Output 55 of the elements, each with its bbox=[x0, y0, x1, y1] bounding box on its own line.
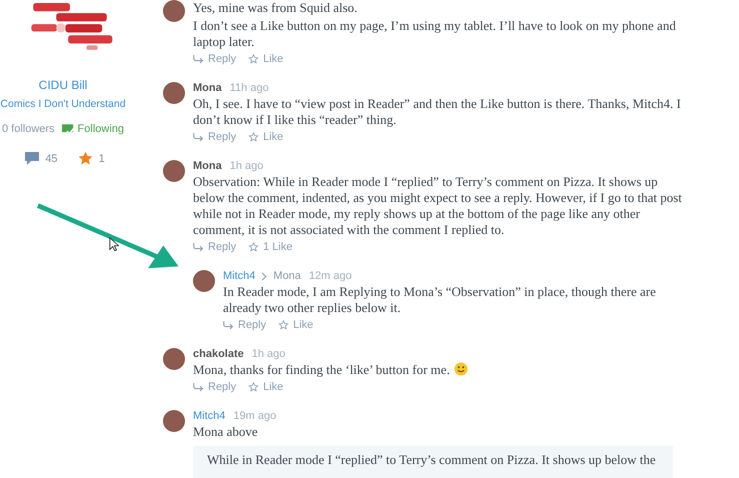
reply-link[interactable]: Reply bbox=[193, 240, 236, 254]
comments-count: 45 bbox=[45, 152, 58, 164]
reply-to-name[interactable]: Mona bbox=[273, 270, 301, 282]
comment-icon bbox=[25, 152, 40, 165]
like-link[interactable]: Like bbox=[248, 52, 284, 66]
avatar bbox=[163, 410, 185, 432]
comment-text: Observation: While in Reader mode I “replied” to Terry’s comment on Pizza. It shows up below the comment, indented, as you might expect to see a reply. However, if I go to that post while not in Reader mode, my reply shows up at the bottom of the page like any other comment, it is not associated with the comment I replied to. bbox=[193, 174, 683, 238]
comment-text: Oh, I see. I have to “view post in Reader” and then the Like button is there. Thanks, Mitch4. I don’t know if I like this “reader” thing. bbox=[193, 96, 682, 128]
comment-text: Mona, thanks for finding the ‘like’ button for me. bbox=[193, 362, 683, 378]
comment-time[interactable]: 19m ago bbox=[233, 410, 276, 422]
star-icon bbox=[278, 320, 290, 330]
reply-icon bbox=[193, 242, 204, 252]
reply-link[interactable]: Reply bbox=[223, 318, 266, 332]
followers-count: 0 followers bbox=[2, 123, 55, 135]
reply-link[interactable]: Reply bbox=[193, 52, 236, 66]
star-icon bbox=[78, 151, 93, 166]
comment-time[interactable]: 1h ago bbox=[230, 160, 264, 172]
mouse-cursor-icon bbox=[109, 237, 119, 252]
comment-text: Yes, mine was from Squid also. bbox=[193, 0, 358, 16]
author-name[interactable]: Mitch4 bbox=[223, 270, 256, 282]
star-icon bbox=[248, 382, 260, 392]
profile-name[interactable]: CIDU Bill bbox=[38, 78, 88, 92]
author-name[interactable]: Mona bbox=[193, 82, 222, 94]
chevron-icon bbox=[261, 272, 268, 280]
reply-link[interactable]: Reply bbox=[193, 130, 236, 144]
likes-count: 1 bbox=[98, 152, 105, 164]
avatar bbox=[193, 270, 215, 292]
quote-text: While in Reader mode I “replied” to Terry’s comment on Pizza. It shows up below the bbox=[207, 452, 656, 467]
like-link[interactable]: Like bbox=[248, 380, 284, 394]
comment-time[interactable]: 1h ago bbox=[252, 348, 286, 360]
blog-title[interactable]: Comics I Don't Understand bbox=[0, 98, 126, 110]
author-name[interactable]: chakolate bbox=[193, 348, 244, 360]
avatar bbox=[163, 160, 185, 182]
like-link[interactable]: 1 Like bbox=[248, 240, 292, 254]
avatar bbox=[163, 348, 185, 370]
author-name[interactable]: Mona bbox=[193, 160, 222, 172]
author-name[interactable]: Mitch4 bbox=[193, 410, 226, 422]
avatar bbox=[163, 0, 185, 22]
avatar bbox=[163, 82, 185, 104]
reply-icon bbox=[193, 54, 204, 64]
reply-icon bbox=[223, 320, 234, 330]
reply-icon bbox=[193, 132, 204, 142]
star-icon bbox=[248, 242, 260, 252]
like-link[interactable]: Like bbox=[248, 130, 284, 144]
reply-icon bbox=[193, 382, 204, 392]
star-icon bbox=[248, 54, 260, 64]
following-button[interactable]: Following bbox=[62, 123, 124, 135]
comment-text: In Reader mode, I am Replying to Mona’s “Observation” in place, though there are already two other replies below it. bbox=[223, 284, 657, 316]
comment-time[interactable]: 12m ago bbox=[308, 270, 352, 282]
star-icon bbox=[248, 132, 260, 142]
comment-text: I don’t see a Like button on my page, I’m using my tablet. I’ll have to look on my phone and laptop later. bbox=[193, 18, 677, 50]
comment-text: Mona above bbox=[193, 424, 259, 440]
reply-link[interactable]: Reply bbox=[193, 380, 236, 394]
comment-time[interactable]: 11h ago bbox=[230, 82, 269, 94]
like-link[interactable]: Like bbox=[278, 318, 314, 332]
